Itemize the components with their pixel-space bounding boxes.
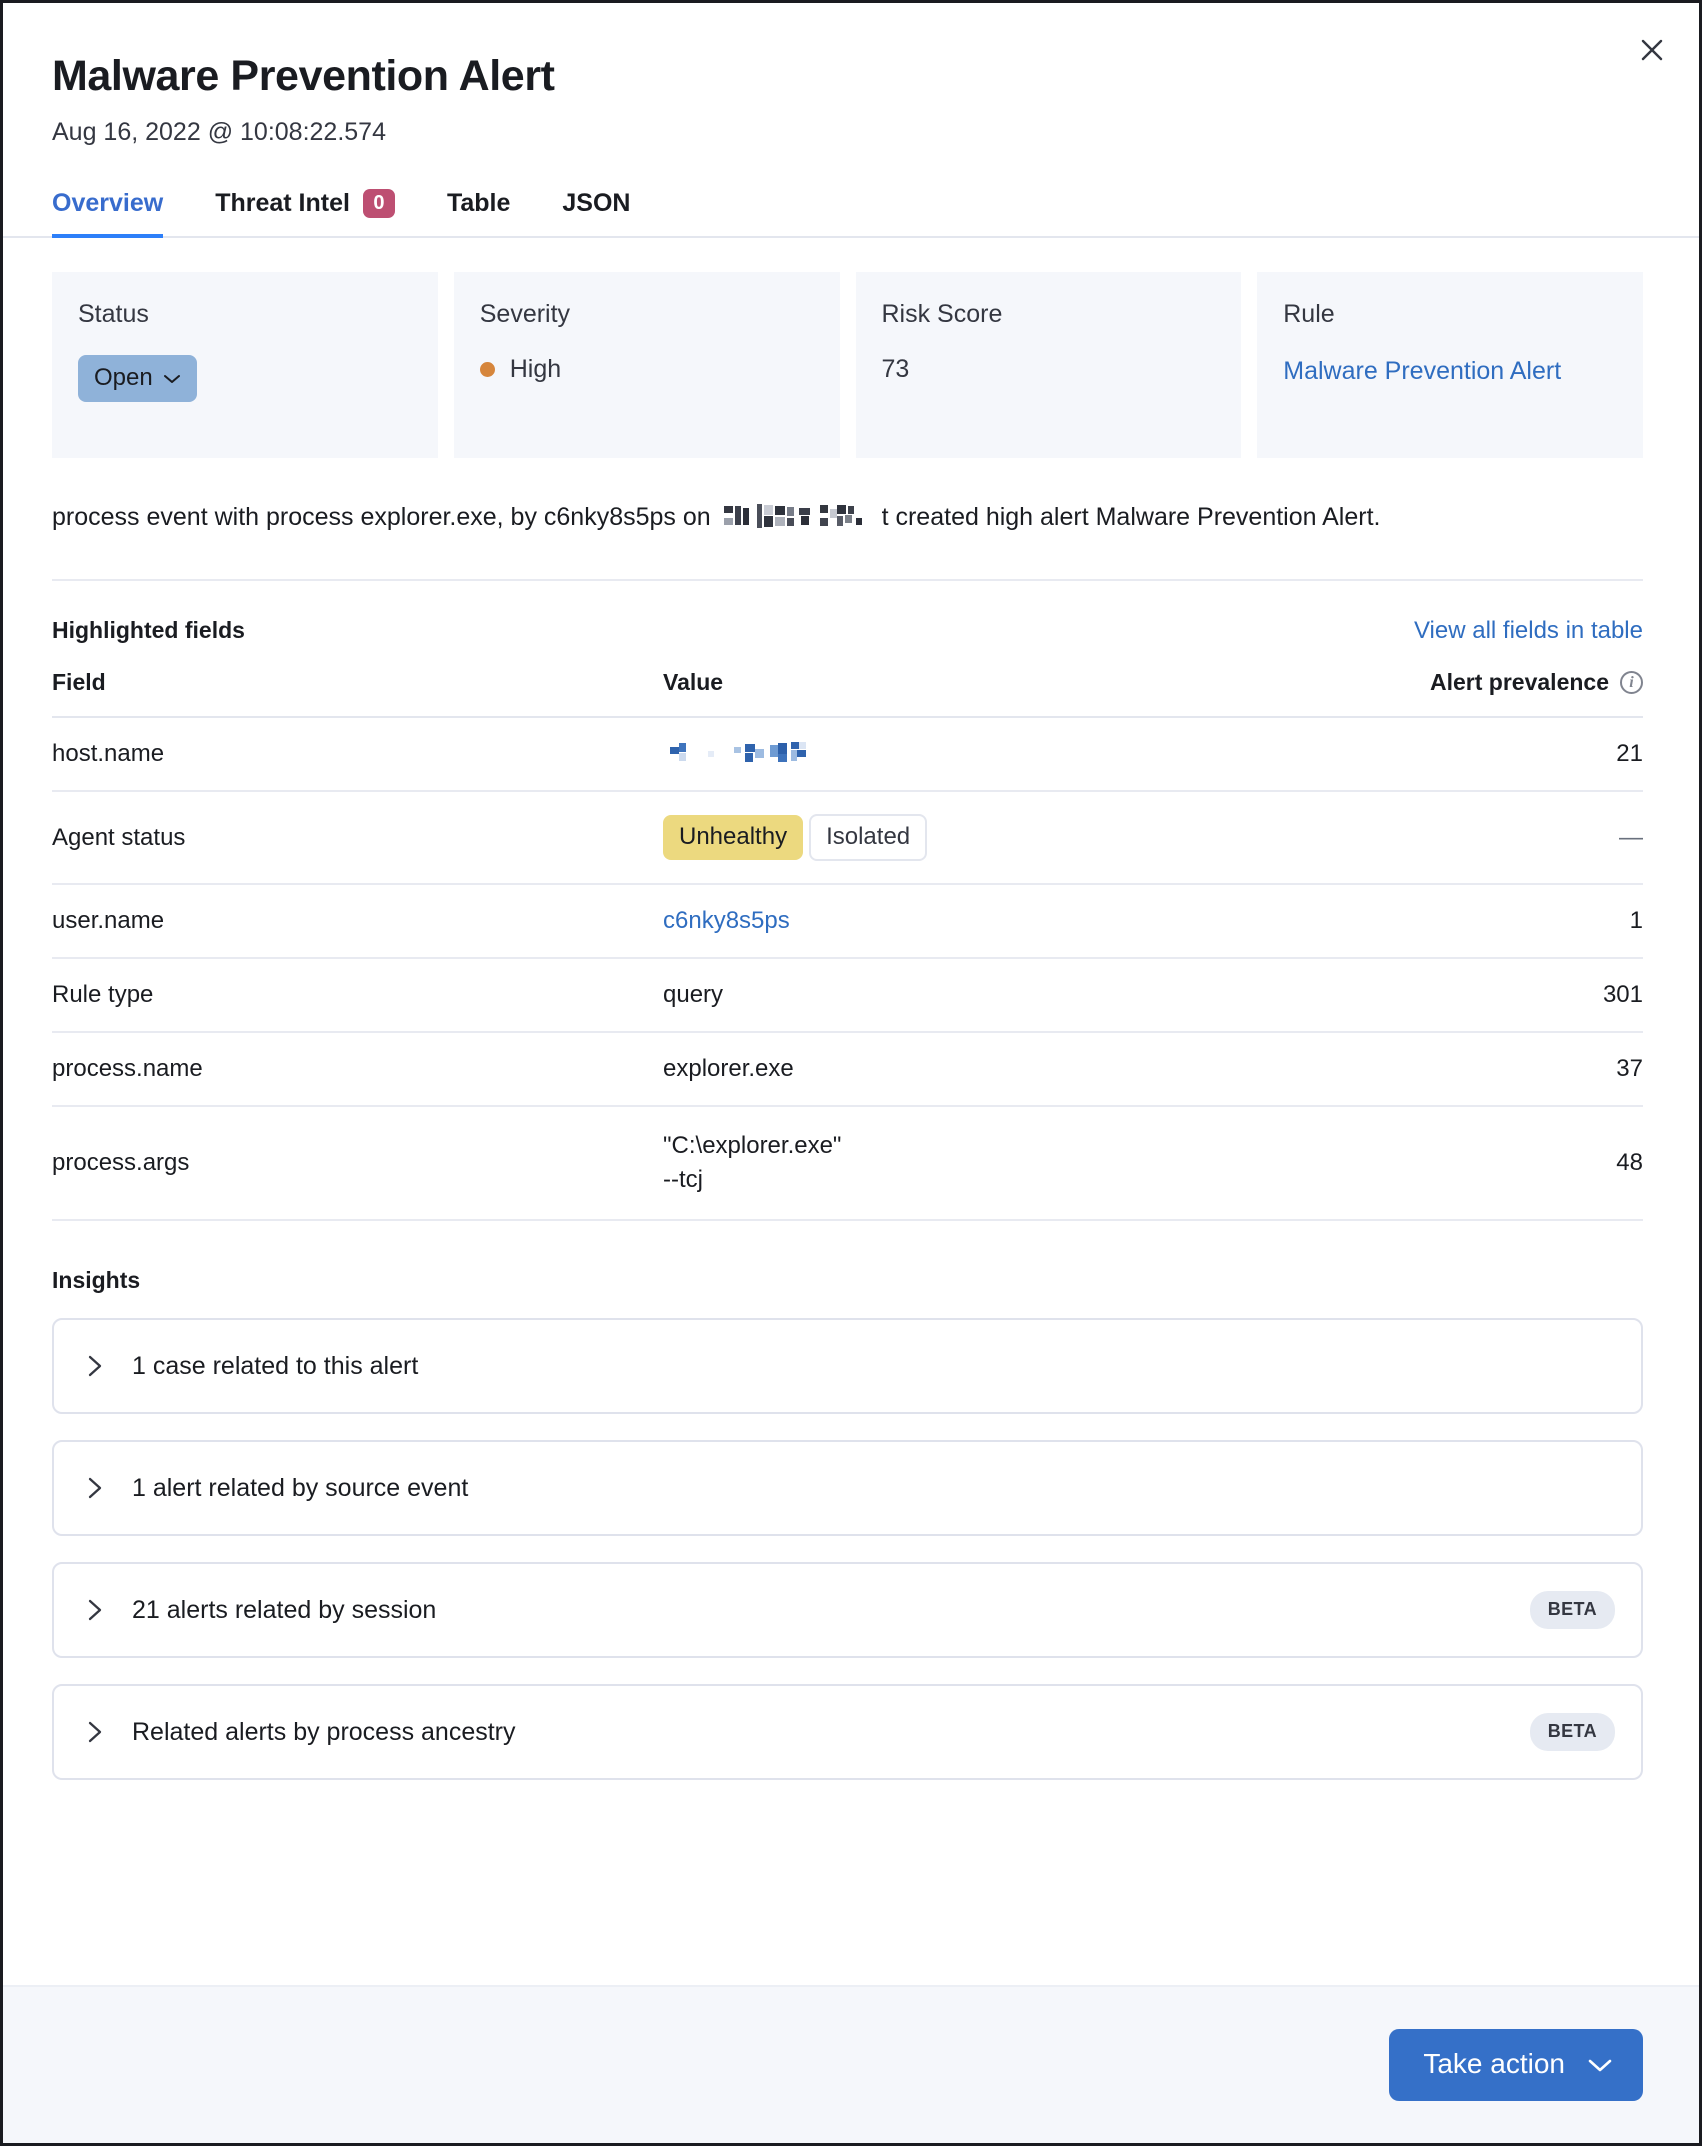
summary-cards: Status Open Severity High bbox=[52, 272, 1643, 458]
field-prevalence[interactable]: 37 bbox=[1343, 1032, 1643, 1106]
info-icon[interactable]: i bbox=[1620, 671, 1643, 694]
user-name-link[interactable]: c6nky8s5ps bbox=[663, 907, 790, 934]
insight-label: 1 case related to this alert bbox=[132, 1352, 1615, 1381]
flyout-header: Malware Prevention Alert Aug 16, 2022 @ … bbox=[3, 3, 1699, 238]
field-name: process.args bbox=[52, 1106, 663, 1220]
highlighted-fields-table: Field Value Alert prevalence i host.name bbox=[52, 669, 1643, 1221]
take-action-label: Take action bbox=[1423, 2048, 1565, 2080]
tab-threat-intel[interactable]: Threat Intel 0 bbox=[215, 189, 395, 236]
card-status-label: Status bbox=[78, 300, 412, 329]
alert-details-flyout: Malware Prevention Alert Aug 16, 2022 @ … bbox=[0, 0, 1702, 2146]
tab-json-label: JSON bbox=[562, 189, 630, 218]
card-rule-label: Rule bbox=[1283, 300, 1617, 329]
chevron-right-icon bbox=[84, 1477, 106, 1499]
rule-link[interactable]: Malware Prevention Alert bbox=[1283, 355, 1561, 388]
tab-json[interactable]: JSON bbox=[562, 189, 630, 236]
card-status: Status Open bbox=[52, 272, 438, 458]
flyout-body: Status Open Severity High bbox=[3, 238, 1699, 1985]
status-value-label: Open bbox=[94, 364, 153, 392]
table-row: Rule type query 301 bbox=[52, 958, 1643, 1032]
field-value: "C:\explorer.exe" --tcj bbox=[663, 1106, 1343, 1220]
chevron-right-icon bbox=[84, 1721, 106, 1743]
highlighted-fields-header: Highlighted fields View all fields in ta… bbox=[52, 617, 1643, 645]
field-prevalence[interactable]: 48 bbox=[1343, 1106, 1643, 1220]
card-rule: Rule Malware Prevention Alert bbox=[1257, 272, 1643, 458]
tab-table[interactable]: Table bbox=[447, 189, 510, 236]
process-args-line-2: --tcj bbox=[663, 1163, 1343, 1197]
field-prevalence[interactable]: 21 bbox=[1343, 717, 1643, 791]
field-prevalence: — bbox=[1343, 791, 1643, 884]
alert-description: process event with process explorer.exe,… bbox=[52, 500, 1643, 582]
redacted-host-name-icon bbox=[663, 742, 813, 764]
insight-label: 21 alerts related by session bbox=[132, 1596, 1530, 1625]
severity-value-label: High bbox=[510, 355, 561, 384]
field-prevalence[interactable]: 1 bbox=[1343, 884, 1643, 958]
process-args-line-1: "C:\explorer.exe" bbox=[663, 1129, 1343, 1163]
field-value: explorer.exe bbox=[663, 1032, 1343, 1106]
tab-overview[interactable]: Overview bbox=[52, 189, 163, 236]
status-dropdown-button[interactable]: Open bbox=[78, 355, 197, 402]
field-value: Unhealthy Isolated bbox=[663, 791, 1343, 884]
tab-threat-intel-label: Threat Intel bbox=[215, 189, 350, 218]
insight-session[interactable]: 21 alerts related by session BETA bbox=[52, 1562, 1643, 1658]
card-rule-value: Malware Prevention Alert bbox=[1283, 355, 1617, 388]
table-row: user.name c6nky8s5ps 1 bbox=[52, 884, 1643, 958]
redacted-hostname-icon bbox=[724, 504, 869, 530]
insight-label: Related alerts by process ancestry bbox=[132, 1718, 1530, 1747]
close-button[interactable] bbox=[1631, 29, 1673, 71]
tab-table-label: Table bbox=[447, 189, 510, 218]
chevron-down-icon bbox=[1587, 2048, 1613, 2080]
field-value: c6nky8s5ps bbox=[663, 884, 1343, 958]
agent-status-unhealthy-badge[interactable]: Unhealthy bbox=[663, 815, 803, 860]
card-risk-score-label: Risk Score bbox=[882, 300, 1216, 329]
agent-status-isolated-badge[interactable]: Isolated bbox=[809, 814, 927, 861]
beta-badge: BETA bbox=[1530, 1713, 1615, 1751]
field-name: user.name bbox=[52, 884, 663, 958]
card-status-value: Open bbox=[78, 355, 412, 402]
take-action-button[interactable]: Take action bbox=[1389, 2029, 1643, 2101]
card-severity: Severity High bbox=[454, 272, 840, 458]
field-name: process.name bbox=[52, 1032, 663, 1106]
flyout-footer: Take action bbox=[3, 1985, 1699, 2143]
threat-intel-count-badge: 0 bbox=[363, 189, 395, 218]
insight-label: 1 alert related by source event bbox=[132, 1474, 1615, 1503]
card-severity-value: High bbox=[480, 355, 814, 384]
tab-overview-label: Overview bbox=[52, 189, 163, 218]
card-risk-score: Risk Score 73 bbox=[856, 272, 1242, 458]
table-row: Agent status Unhealthy Isolated — bbox=[52, 791, 1643, 884]
insight-source-event[interactable]: 1 alert related by source event bbox=[52, 1440, 1643, 1536]
field-value bbox=[663, 717, 1343, 791]
highlighted-fields-title: Highlighted fields bbox=[52, 617, 245, 644]
column-header-prevalence: Alert prevalence i bbox=[1343, 669, 1643, 717]
chevron-right-icon bbox=[84, 1599, 106, 1621]
column-header-value: Value bbox=[663, 669, 1343, 717]
chevron-right-icon bbox=[84, 1355, 106, 1377]
field-name: Rule type bbox=[52, 958, 663, 1032]
insight-process-ancestry[interactable]: Related alerts by process ancestry BETA bbox=[52, 1684, 1643, 1780]
tab-bar: Overview Threat Intel 0 Table JSON bbox=[3, 189, 1699, 238]
close-icon bbox=[1639, 37, 1665, 63]
field-prevalence[interactable]: 301 bbox=[1343, 958, 1643, 1032]
field-value: query bbox=[663, 958, 1343, 1032]
chevron-down-icon bbox=[163, 364, 181, 392]
insight-cases[interactable]: 1 case related to this alert bbox=[52, 1318, 1643, 1414]
alert-timestamp: Aug 16, 2022 @ 10:08:22.574 bbox=[52, 118, 1643, 147]
severity-dot-icon bbox=[480, 362, 495, 377]
field-name: Agent status bbox=[52, 791, 663, 884]
table-row: host.name bbox=[52, 717, 1643, 791]
beta-badge: BETA bbox=[1530, 1591, 1615, 1629]
column-header-prevalence-label: Alert prevalence bbox=[1430, 669, 1609, 696]
page-title: Malware Prevention Alert bbox=[52, 51, 1643, 102]
column-header-field: Field bbox=[52, 669, 663, 717]
table-row: process.args "C:\explorer.exe" --tcj 48 bbox=[52, 1106, 1643, 1220]
card-risk-score-value: 73 bbox=[882, 355, 1216, 384]
field-name: host.name bbox=[52, 717, 663, 791]
description-prefix: process event with process explorer.exe,… bbox=[52, 503, 711, 531]
card-severity-label: Severity bbox=[480, 300, 814, 329]
table-header-row: Field Value Alert prevalence i bbox=[52, 669, 1643, 717]
view-all-fields-link[interactable]: View all fields in table bbox=[1414, 617, 1643, 645]
table-row: process.name explorer.exe 37 bbox=[52, 1032, 1643, 1106]
description-suffix: t created high alert Malware Prevention … bbox=[882, 503, 1381, 531]
insights-title: Insights bbox=[52, 1267, 1643, 1294]
